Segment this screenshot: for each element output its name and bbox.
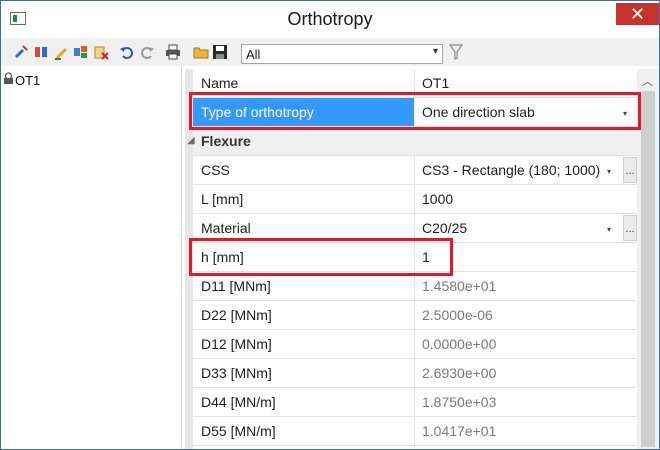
- row-label: Type of orthotropy: [193, 98, 415, 126]
- d11-value: 1.4580e+01: [422, 278, 497, 294]
- group-flexure[interactable]: ◢ Flexure: [187, 127, 637, 156]
- chevron-down-icon[interactable]: ▾: [607, 225, 611, 234]
- d33-value: 2.6930e+00: [422, 365, 497, 381]
- type-of-orthotropy-select[interactable]: One direction slab: [417, 98, 637, 126]
- property-grid: Name OT1 Type of orthotropy One directio…: [185, 69, 637, 449]
- css-browse-button[interactable]: ...: [623, 157, 637, 183]
- row-label: Name: [193, 69, 415, 97]
- name-value[interactable]: OT1: [417, 69, 637, 97]
- filter-icon[interactable]: [449, 44, 463, 60]
- row-label: D22 [MNm]: [193, 301, 415, 329]
- row-type-of-orthotropy[interactable]: Type of orthotropy One direction slab ▾: [193, 98, 637, 127]
- h-value[interactable]: 1: [417, 243, 637, 271]
- vertical-scrollbar[interactable]: ︿: [637, 69, 659, 449]
- grid-gutter: [185, 69, 193, 449]
- row-css[interactable]: CSS CS3 - Rectangle (180; 1000) ▾ ...: [193, 156, 637, 185]
- edit-icon[interactable]: [53, 44, 69, 60]
- redo-icon[interactable]: [139, 44, 155, 60]
- print-icon[interactable]: [165, 44, 181, 60]
- row-name[interactable]: Name OT1: [193, 69, 637, 98]
- scroll-up-icon[interactable]: ︿: [642, 73, 653, 89]
- row-label: L [mm]: [193, 185, 415, 213]
- row-d44: D44 [MN/m] 1.8750e+03: [193, 388, 637, 417]
- group-label: Flexure: [201, 133, 251, 149]
- row-d22: D22 [MNm] 2.5000e-06: [193, 301, 637, 330]
- row-label: D33 [MNm]: [193, 359, 415, 387]
- scroll-thumb[interactable]: [641, 91, 655, 447]
- row-d55: D55 [MN/m] 1.0417e+01: [193, 417, 637, 446]
- orthotropy-window: Orthotropy ✕ All ▾ OT1 Name OT1 Type of …: [0, 0, 660, 450]
- copy-icon[interactable]: [33, 44, 49, 60]
- orthotropy-icon: [4, 72, 13, 84]
- new-icon[interactable]: [13, 44, 29, 60]
- css-select[interactable]: CS3 - Rectangle (180; 1000): [417, 156, 637, 184]
- row-label: CSS: [193, 156, 415, 184]
- row-material[interactable]: Material C20/25 ▾ ...: [193, 214, 637, 243]
- row-l[interactable]: L [mm] 1000: [193, 185, 637, 214]
- row-label: D12 [MNm]: [193, 330, 415, 358]
- d12-value: 0.0000e+00: [422, 336, 497, 352]
- row-label: D11 [MNm]: [193, 272, 415, 300]
- row-d33: D33 [MNm] 2.6930e+00: [193, 359, 637, 388]
- filter-combobox[interactable]: All ▾: [241, 44, 443, 64]
- undo-icon[interactable]: [119, 44, 135, 60]
- chevron-down-icon: ▾: [432, 46, 438, 57]
- d44-value: 1.8750e+03: [422, 394, 497, 410]
- filter-value: All: [246, 47, 261, 62]
- material-select[interactable]: C20/25: [417, 214, 637, 242]
- open-folder-icon[interactable]: [193, 44, 209, 60]
- chevron-down-icon[interactable]: ▾: [623, 109, 627, 118]
- delete-icon[interactable]: [93, 44, 109, 60]
- close-button[interactable]: ✕: [616, 3, 659, 25]
- tree-item-ot1[interactable]: OT1: [15, 73, 40, 88]
- row-label: D44 [MN/m]: [193, 388, 415, 416]
- row-d11: D11 [MNm] 1.4580e+01: [193, 272, 637, 301]
- save-icon[interactable]: [212, 44, 228, 60]
- l-value[interactable]: 1000: [417, 185, 637, 213]
- row-label: Material: [193, 214, 415, 242]
- chevron-down-icon[interactable]: ▾: [607, 167, 611, 176]
- window-title: Orthotropy: [287, 9, 373, 29]
- title-bar: Orthotropy ✕: [1, 1, 659, 38]
- properties-icon[interactable]: [73, 44, 89, 60]
- object-tree: OT1: [1, 66, 182, 449]
- d22-value: 2.5000e-06: [422, 307, 493, 323]
- material-browse-button[interactable]: ...: [623, 215, 637, 241]
- row-label: D55 [MN/m]: [193, 417, 415, 445]
- row-label: h [mm]: [193, 243, 415, 271]
- d55-value: 1.0417e+01: [422, 423, 497, 439]
- toolbar: All ▾: [1, 38, 659, 66]
- row-d12: D12 [MNm] 0.0000e+00: [193, 330, 637, 359]
- row-h[interactable]: h [mm] 1: [193, 243, 637, 272]
